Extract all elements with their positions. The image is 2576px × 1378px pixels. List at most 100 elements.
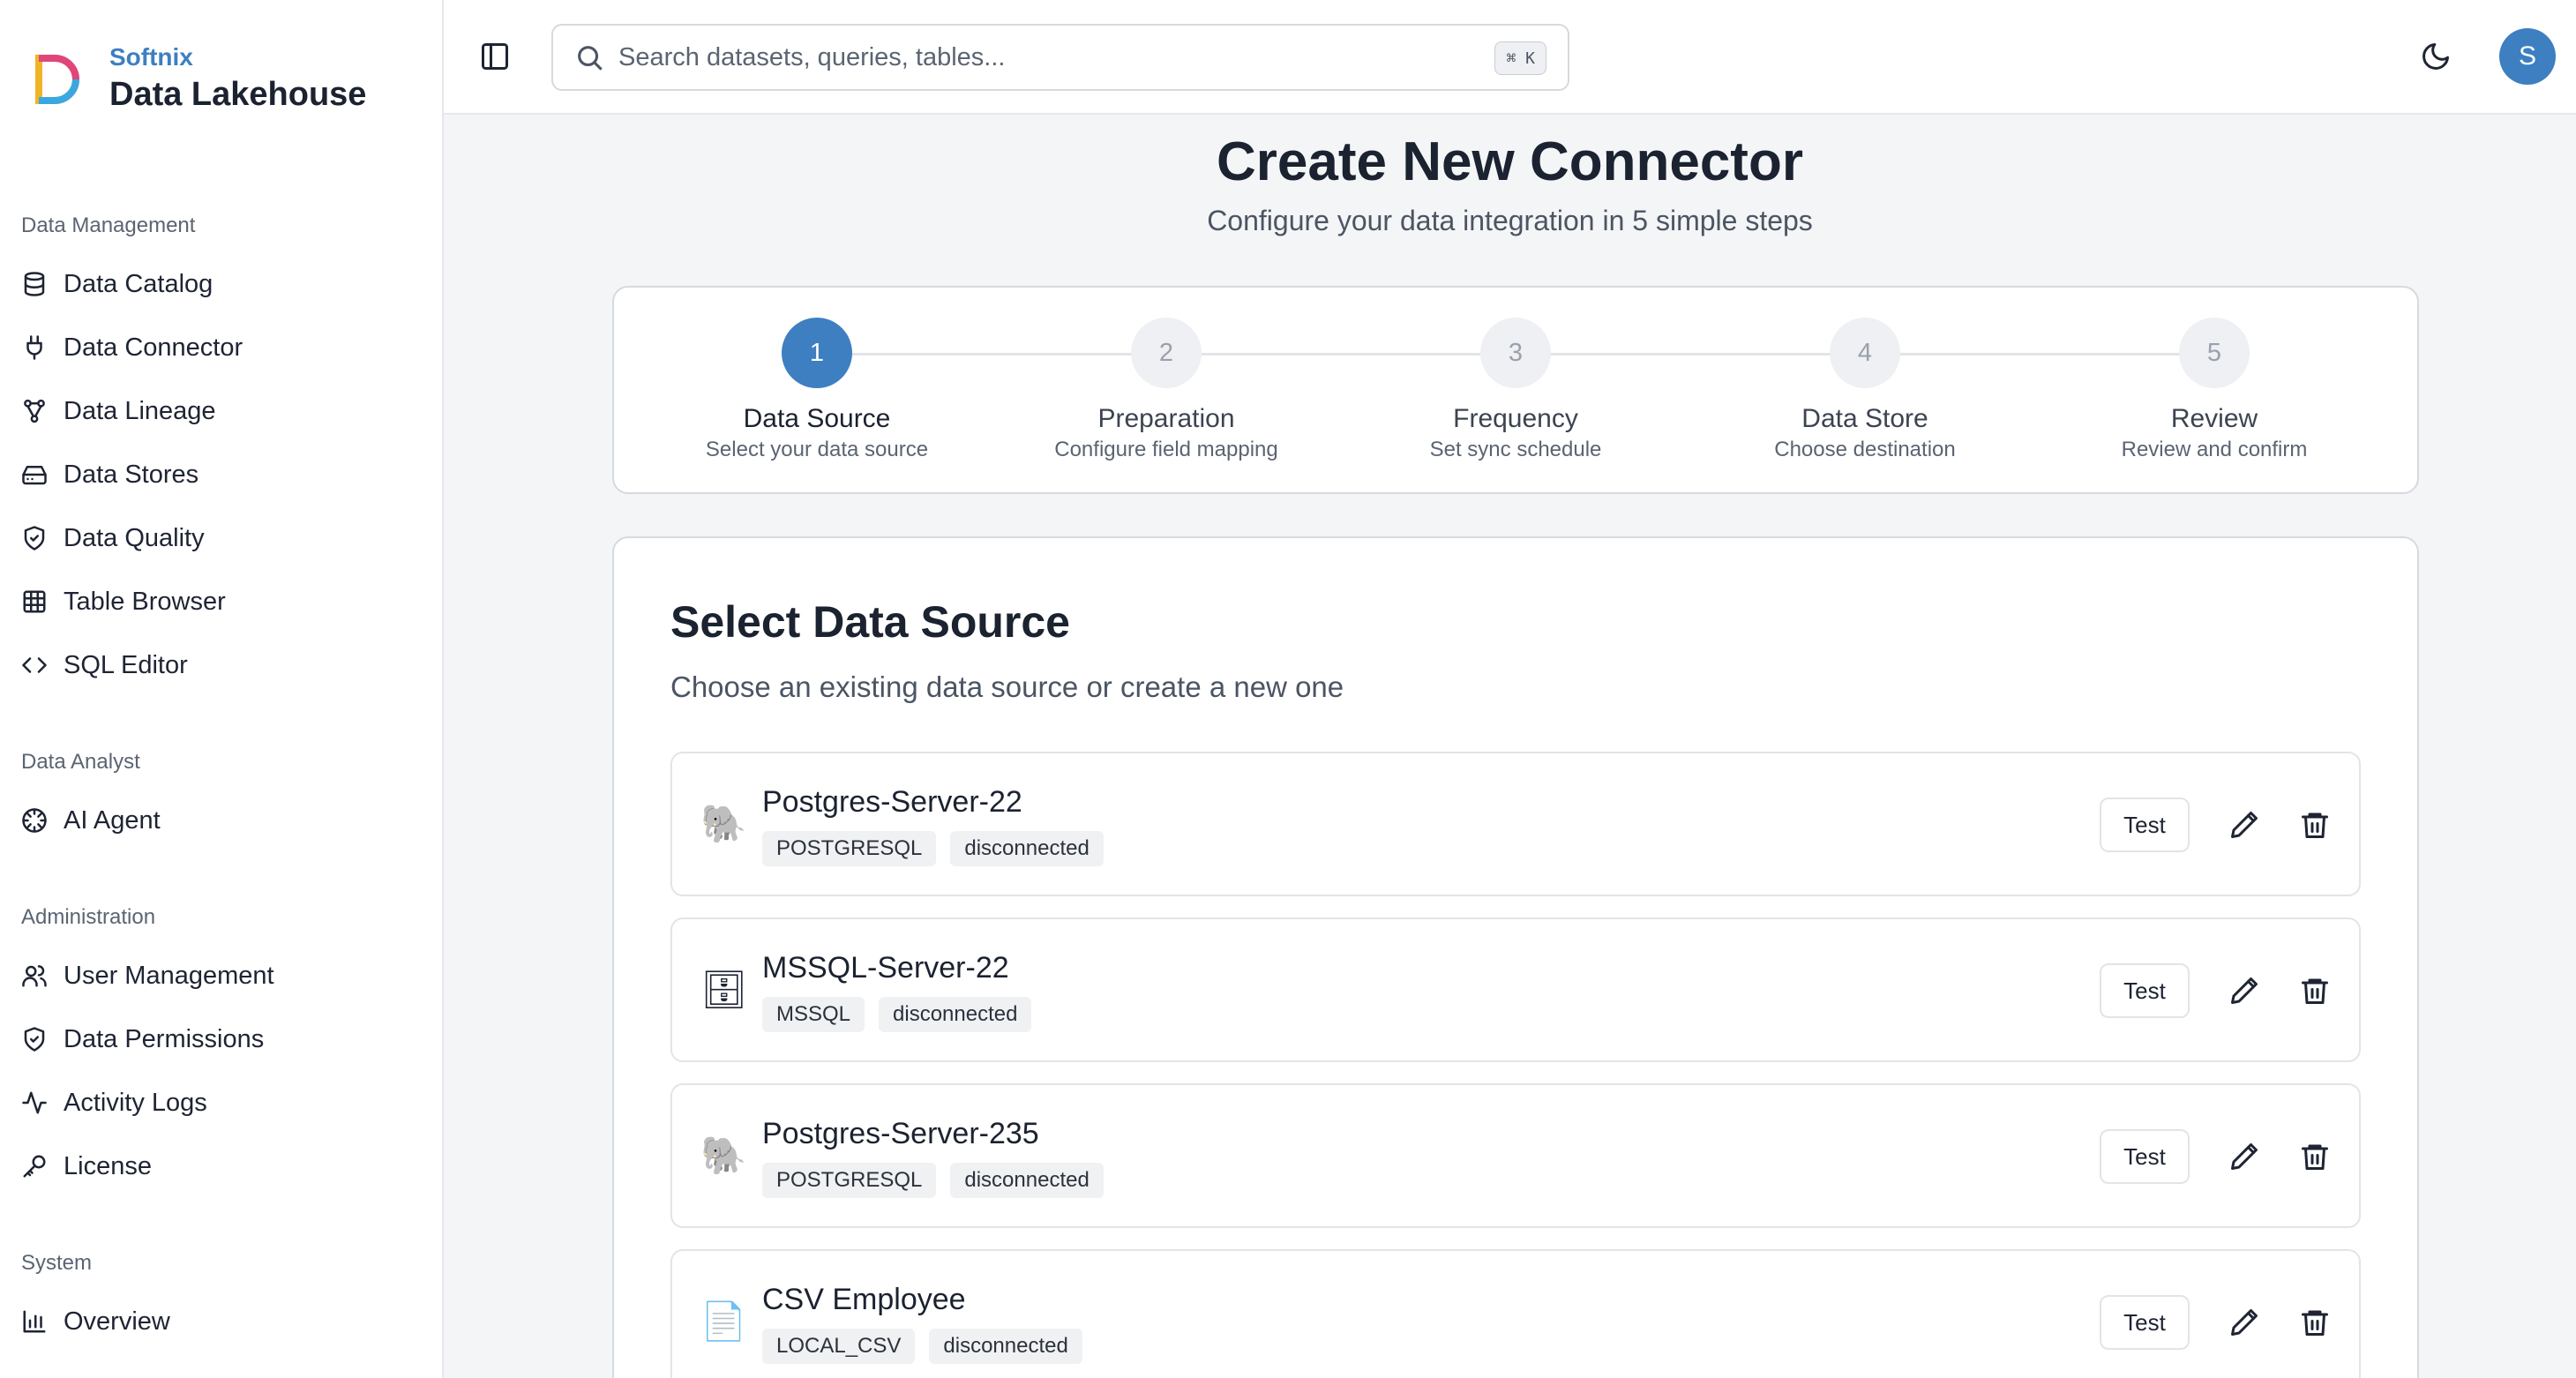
sidebar-item-data-catalog[interactable]: Data Catalog <box>21 265 213 303</box>
source-item[interactable]: 🗄 MSSQL-Server-22 MSSQL disconnected Tes… <box>670 917 2361 1062</box>
sidebar-toggle-button[interactable] <box>479 41 511 72</box>
page-subtitle: Configure your data integration in 5 sim… <box>1207 205 1813 236</box>
step-data-source[interactable]: 1 Data Source Select your data source <box>640 318 993 462</box>
step-name: Preparation <box>1097 404 1235 433</box>
elephant-icon: 🐘 <box>700 1135 747 1176</box>
sidebar-item-label: License <box>64 1151 152 1180</box>
panel-left-icon <box>482 43 508 70</box>
sidebar-item-overview[interactable]: Overview <box>21 1302 170 1341</box>
sidebar-item-user-management[interactable]: User Management <box>21 956 274 995</box>
step-name: Data Store <box>1801 404 1928 433</box>
theme-toggle-button[interactable] <box>2420 41 2452 77</box>
step-desc: Set sync schedule <box>1429 438 1602 461</box>
pencil-icon <box>2231 812 2258 838</box>
shortcut-hint: ⌘ K <box>1494 41 1546 75</box>
test-button[interactable]: Test <box>2100 798 2190 852</box>
test-button[interactable]: Test <box>2100 1295 2190 1350</box>
search-box[interactable]: ⌘ K <box>551 24 1569 91</box>
sidebar-item-label: Data Catalog <box>64 269 213 298</box>
section-label-administration: Administration <box>21 905 156 929</box>
step-name: Review <box>2170 404 2258 433</box>
step-data-store[interactable]: 4 Data Store Choose destination <box>1689 318 2041 462</box>
test-button[interactable]: Test <box>2100 1129 2190 1184</box>
source-item[interactable]: 📄 CSV Employee LOCAL_CSV disconnected Te… <box>670 1249 2361 1378</box>
source-type-badge: LOCAL_CSV <box>762 1329 916 1364</box>
user-avatar[interactable]: S <box>2499 28 2556 85</box>
sidebar-item-label: Data Quality <box>64 523 205 552</box>
page-title: Create New Connector <box>1217 131 1803 192</box>
step-number: 2 <box>1131 318 1202 388</box>
sidebar-item-label: Overview <box>64 1307 170 1336</box>
sidebar-item-label: Data Lineage <box>64 396 216 425</box>
trash-icon <box>2302 978 2328 1004</box>
sidebar-item-data-stores[interactable]: Data Stores <box>21 455 198 494</box>
delete-button[interactable] <box>2299 975 2331 1007</box>
sidebar-item-data-permissions[interactable]: Data Permissions <box>21 1020 264 1059</box>
plug-icon <box>26 335 42 360</box>
source-name: MSSQL-Server-22 <box>762 951 1009 985</box>
topbar: ⌘ K S <box>444 0 2576 115</box>
search-icon <box>578 46 603 71</box>
trash-icon <box>2302 813 2328 838</box>
step-name: Data Source <box>743 404 891 433</box>
sidebar-item-activity-logs[interactable]: Activity Logs <box>21 1083 207 1122</box>
edit-button[interactable] <box>2228 1141 2260 1172</box>
sidebar-item-data-lineage[interactable]: Data Lineage <box>21 392 216 431</box>
step-number: 3 <box>1480 318 1551 388</box>
pencil-icon <box>2231 977 2258 1004</box>
step-review[interactable]: 5 Review Review and confirm <box>2038 318 2391 462</box>
source-type-badge: POSTGRESQL <box>762 1163 937 1198</box>
step-preparation[interactable]: 2 Preparation Configure field mapping <box>990 318 1343 462</box>
step-desc: Review and confirm <box>2121 438 2308 461</box>
search-input[interactable] <box>618 42 1465 72</box>
edit-button[interactable] <box>2228 1307 2260 1338</box>
sidebar-item-label: Table Browser <box>64 587 226 616</box>
test-button[interactable]: Test <box>2100 963 2190 1018</box>
delete-button[interactable] <box>2299 809 2331 841</box>
sidebar-item-label: Activity Logs <box>64 1088 207 1117</box>
sidebar-item-sql-editor[interactable]: SQL Editor <box>21 646 188 685</box>
logo-icon <box>35 55 79 104</box>
sidebar-item-data-quality[interactable]: Data Quality <box>21 519 205 558</box>
brand[interactable]: Softnix Data Lakehouse <box>26 42 366 116</box>
source-type-badge: MSSQL <box>762 997 865 1032</box>
step-frequency[interactable]: 3 Frequency Set sync schedule <box>1339 318 1692 462</box>
card-desc: Choose an existing data source or create… <box>670 670 1344 703</box>
card-title: Select Data Source <box>670 597 1070 647</box>
brand-product: Data Lakehouse <box>109 76 367 113</box>
table-icon <box>23 590 46 613</box>
sidebar-item-label: Data Connector <box>64 333 243 362</box>
status-badge: disconnected <box>950 831 1104 866</box>
shield-check-icon <box>24 1027 45 1052</box>
sidebar-item-data-connector[interactable]: Data Connector <box>21 328 243 367</box>
source-item[interactable]: 🐘 Postgres-Server-235 POSTGRESQL disconn… <box>670 1083 2361 1228</box>
server-icon: 🗄 <box>700 969 748 1010</box>
source-name: Postgres-Server-235 <box>762 1117 1039 1150</box>
bot-icon <box>22 808 47 833</box>
section-label-system: System <box>21 1251 93 1275</box>
source-type-badge: POSTGRESQL <box>762 831 937 866</box>
key-icon <box>23 1155 46 1178</box>
sidebar-item-license[interactable]: License <box>21 1147 152 1186</box>
sidebar-item-table-browser[interactable]: Table Browser <box>21 582 226 621</box>
pencil-icon <box>2231 1309 2258 1336</box>
section-label-data-management: Data Management <box>21 213 196 237</box>
step-desc: Choose destination <box>1774 438 1956 461</box>
users-icon <box>22 965 47 987</box>
pencil-icon <box>2231 1143 2258 1170</box>
brand-company: Softnix <box>109 43 193 71</box>
status-badge: disconnected <box>879 997 1032 1032</box>
edit-button[interactable] <box>2228 809 2260 841</box>
lineage-icon <box>24 399 45 423</box>
delete-button[interactable] <box>2299 1141 2331 1172</box>
section-label-data-analyst: Data Analyst <box>21 750 140 774</box>
edit-button[interactable] <box>2228 975 2260 1007</box>
sidebar-item-label: Data Stores <box>64 460 199 489</box>
hard-drive-icon <box>22 466 47 485</box>
sidebar-item-label: AI Agent <box>64 805 161 835</box>
sidebar-item-ai-agent[interactable]: AI Agent <box>21 801 161 840</box>
delete-button[interactable] <box>2299 1307 2331 1338</box>
status-badge: disconnected <box>929 1329 1082 1364</box>
source-item[interactable]: 🐘 Postgres-Server-22 POSTGRESQL disconne… <box>670 752 2361 896</box>
source-name: CSV Employee <box>762 1283 966 1316</box>
